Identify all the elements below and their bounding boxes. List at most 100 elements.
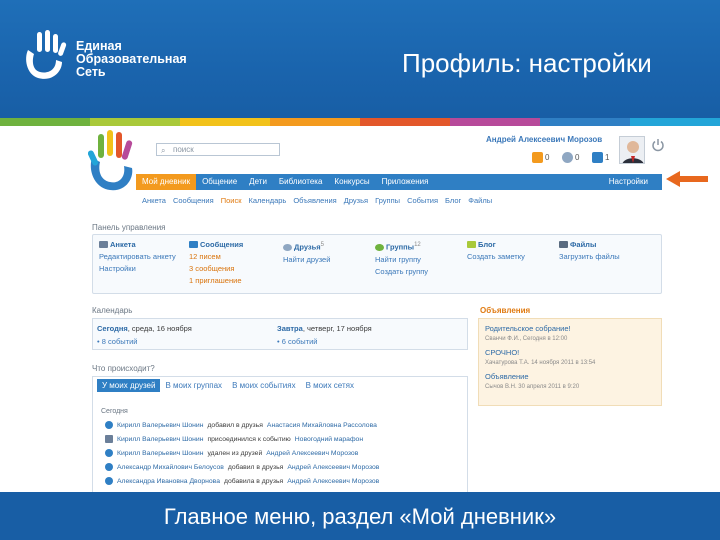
ad-title-link[interactable]: Объявление (485, 371, 655, 382)
user-icon (105, 463, 113, 471)
tomorrow-label[interactable]: Завтра (277, 324, 303, 333)
panel-head-profile[interactable]: Анкета (99, 239, 176, 251)
submenu-item-profile[interactable]: Анкета (142, 196, 166, 205)
tab-events[interactable]: В моих событиях (227, 379, 301, 392)
submenu-item-blog[interactable]: Блог (445, 196, 461, 205)
calendar-icon (592, 152, 603, 163)
stripe-segment (180, 118, 270, 126)
user-name-link[interactable]: Андрей Алексеевич Морозов (486, 135, 602, 144)
feed-row: Александр Михайлович Белоусов добавил в … (105, 463, 379, 471)
ads-title: Объявления (480, 306, 531, 315)
panel-title: Панель управления (92, 223, 166, 232)
feed-target-link[interactable]: Анастасия Михайловна Рассолова (267, 422, 377, 429)
submenu-item-friends[interactable]: Друзья (344, 196, 368, 205)
create-note-link[interactable]: Создать заметку (467, 251, 525, 263)
feed-tabs: У моих друзей В моих группах В моих собы… (97, 379, 359, 392)
feed-target-link[interactable]: Андрей Алексеевич Морозов (266, 450, 358, 457)
stripe-segment (630, 118, 720, 126)
search-input[interactable]: ⌕ поиск (156, 143, 280, 156)
control-panel: Анкета Редактировать анкету Настройки Со… (92, 234, 662, 294)
panel-head-label: Сообщения (200, 240, 244, 249)
find-group-link[interactable]: Найти группу (375, 254, 428, 266)
ad-title-link[interactable]: Родительское собрание! (485, 323, 655, 334)
submenu-item-events[interactable]: События (407, 196, 438, 205)
tab-groups[interactable]: В моих группах (160, 379, 227, 392)
panel-head-label: Блог (478, 240, 496, 249)
calendar-tomorrow: Завтра, четверг, 17 ноября • 6 событий (277, 322, 372, 348)
tab-networks[interactable]: В моих сетях (301, 379, 359, 392)
submenu-item-files[interactable]: Файлы (468, 196, 492, 205)
submenu-item-messages[interactable]: Сообщения (173, 196, 214, 205)
submenu-item-calendar[interactable]: Календарь (248, 196, 286, 205)
ad-title-link[interactable]: СРОЧНО! (485, 347, 655, 358)
messages-counter[interactable]: 0 (532, 152, 549, 163)
find-friends-link[interactable]: Найти друзей (283, 254, 330, 266)
calendar-icon (105, 435, 113, 443)
messages-link[interactable]: 3 сообщения (189, 263, 243, 275)
counter-value: 0 (575, 153, 580, 162)
logout-icon[interactable] (651, 138, 665, 152)
panel-col-messages: Сообщения 12 писем 3 сообщения 1 приглаш… (189, 239, 243, 287)
feed-user-link[interactable]: Александр Михайлович Белоусов (117, 464, 224, 471)
today-events-link[interactable]: • 8 событий (97, 337, 137, 346)
groups-count: 12 (414, 242, 421, 248)
panel-head-label: Анкета (110, 240, 136, 249)
submenu-item-ads[interactable]: Объявления (293, 196, 336, 205)
upload-files-link[interactable]: Загрузить файлы (559, 251, 620, 263)
feed-row: Кирилл Валерьевич Шонин присоединился к … (105, 435, 363, 443)
feed-user-link[interactable]: Кирилл Валерьевич Шонин (117, 422, 203, 429)
slide-caption: Главное меню, раздел «Мой дневник» (163, 504, 557, 529)
friends-counter[interactable]: 0 (562, 152, 579, 163)
panel-head-label: Друзья (294, 242, 321, 252)
pointer-arrow-icon (666, 171, 708, 187)
menu-item-communication[interactable]: Общение (196, 174, 243, 190)
panel-head-friends[interactable]: Друзья5 (283, 239, 330, 254)
events-counter[interactable]: 1 (592, 152, 609, 163)
feed-target-link[interactable]: Андрей Алексеевич Морозов (287, 478, 379, 485)
ad-meta: Сычов В.Н. 30 апреля 2011 в 9:20 (485, 384, 580, 390)
feed-action: добавила в друзья (224, 477, 284, 485)
submenu-item-search[interactable]: Поиск (221, 196, 242, 205)
submenu-item-groups[interactable]: Группы (375, 196, 400, 205)
menu-item-contests[interactable]: Конкурсы (328, 174, 375, 190)
invitations-link[interactable]: 1 приглашение (189, 275, 243, 287)
panel-col-groups: Группы12 Найти группу Создать группу (375, 239, 428, 278)
menu-item-settings[interactable]: Настройки (609, 174, 648, 190)
user-icon (105, 421, 113, 429)
slide-header: Единая Образовательная Сеть Профиль: нас… (0, 0, 720, 118)
tomorrow-date: , четверг, 17 ноября (302, 324, 372, 333)
tab-friends[interactable]: У моих друзей (97, 379, 161, 392)
search-icon: ⌕ (161, 146, 166, 155)
feed-action: добавил в друзья (227, 463, 284, 471)
create-group-link[interactable]: Создать группу (375, 266, 428, 278)
panel-head-messages[interactable]: Сообщения (189, 239, 243, 251)
avatar[interactable] (619, 136, 645, 164)
hand-logo-icon (26, 30, 67, 79)
panel-head-files[interactable]: Файлы (559, 239, 620, 251)
menu-item-library[interactable]: Библиотека (273, 174, 329, 190)
tomorrow-events-link[interactable]: • 6 событий (277, 337, 317, 346)
feed-target-link[interactable]: Андрей Алексеевич Морозов (287, 464, 379, 471)
feed-action: удален из друзей (207, 449, 263, 457)
panel-head-groups[interactable]: Группы12 (375, 239, 428, 254)
user-icon (562, 152, 573, 163)
menu-item-apps[interactable]: Приложения (376, 174, 435, 190)
today-label[interactable]: Сегодня (97, 324, 128, 333)
feed-row: Кирилл Валерьевич Шонин добавил в друзья… (105, 421, 377, 429)
stripe-segment (360, 118, 450, 126)
menu-item-my-diary[interactable]: Мой дневник (136, 174, 197, 190)
feed-user-link[interactable]: Кирилл Валерьевич Шонин (117, 450, 203, 457)
menu-item-children[interactable]: Дети (243, 174, 273, 190)
panel-head-blog[interactable]: Блог (467, 239, 525, 251)
feed-user-link[interactable]: Кирилл Валерьевич Шонин (117, 436, 203, 443)
user-icon (105, 477, 113, 485)
feed-user-link[interactable]: Александра Ивановна Дворнова (117, 478, 220, 485)
edit-profile-link[interactable]: Редактировать анкету (99, 251, 176, 263)
settings-link[interactable]: Настройки (99, 263, 176, 275)
panel-head-label: Файлы (570, 240, 597, 249)
stripe-segment (0, 118, 90, 126)
calendar-panel: Сегодня, среда, 16 ноября • 8 событий За… (92, 318, 468, 350)
envelope-icon (189, 241, 198, 248)
letters-link[interactable]: 12 писем (189, 251, 243, 263)
feed-target-link[interactable]: Новогодний марафон (295, 436, 363, 443)
